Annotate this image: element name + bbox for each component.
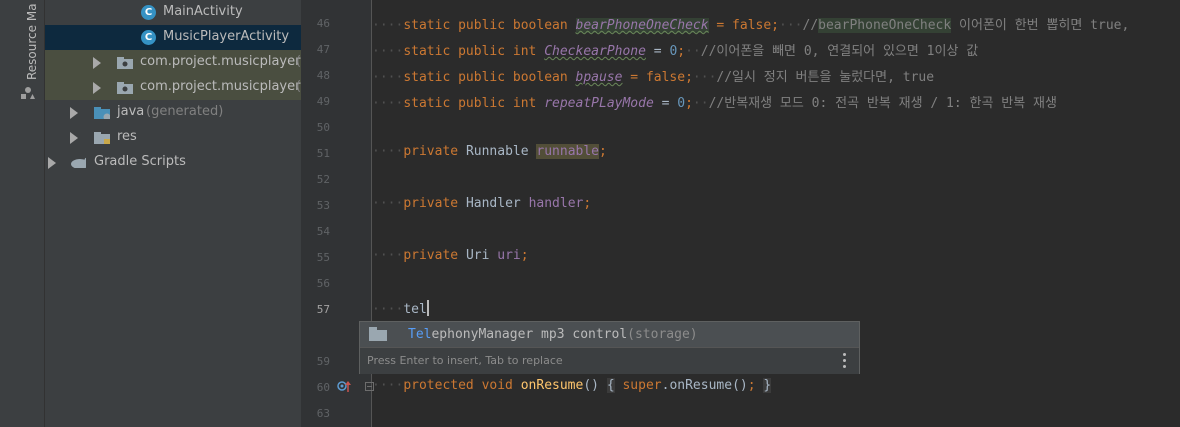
gradle-icon (71, 157, 86, 168)
line-number: 47 (316, 43, 330, 56)
resource-manager-label: Resource Ma (25, 3, 39, 80)
line-number: 48 (316, 69, 330, 82)
expand-arrow-icon[interactable] (93, 82, 101, 94)
tree-item-label: java (117, 104, 145, 119)
tree-item-label: MainActivity (163, 4, 243, 19)
folder-icon (94, 132, 110, 144)
expand-arrow-icon[interactable] (70, 107, 78, 119)
tree-item-label: Gradle Scripts (94, 154, 186, 169)
tree-item-musicplayeractivity[interactable]: C MusicPlayerActivity (45, 25, 301, 50)
resource-manager-icon[interactable] (20, 86, 36, 100)
project-tree: C MainActivity C MusicPlayerActivity com… (45, 0, 301, 427)
tree-item-java-generated[interactable]: java (generated) (45, 100, 301, 125)
line-number: 50 (316, 121, 330, 134)
code-line-55: ····private Uri uri; (372, 248, 529, 263)
tree-item-label: MusicPlayerActivity (163, 29, 290, 44)
completion-item[interactable]: TelephonyManager mp3 control(storage) (360, 322, 859, 347)
tree-item-gradle-scripts[interactable]: Gradle Scripts (45, 150, 301, 175)
expand-arrow-icon[interactable] (48, 157, 56, 169)
completion-detail: (storage) (627, 327, 698, 342)
code-completion-popup: TelephonyManager mp3 control(storage) Pr… (359, 321, 860, 374)
code-line-53: ····private Handler handler; (372, 196, 592, 211)
completion-footer: Press Enter to insert, Tab to replace (360, 347, 859, 374)
folder-icon (369, 327, 387, 341)
line-number: 57 (316, 303, 330, 316)
more-options-icon[interactable] (843, 353, 847, 371)
code-line-46: ····static public boolean bearPhoneOneCh… (372, 18, 1130, 33)
completion-text: TelephonyManager mp3 control(storage) (408, 327, 698, 342)
override-marker-icon[interactable] (337, 380, 351, 394)
completion-hint: Press Enter to insert, Tab to replace (367, 354, 563, 367)
tree-item-label: com.project.musicplayer (140, 79, 301, 94)
text-caret (426, 300, 429, 316)
code-line-57: ····tel (372, 300, 429, 317)
line-number: 60 (316, 381, 330, 394)
tree-item-res[interactable]: res (45, 125, 301, 150)
tree-item-package-1[interactable]: com.project.musicplayer ( (45, 50, 301, 75)
tree-item-label: res (117, 129, 137, 144)
tree-item-suffix: (generated) (146, 104, 224, 119)
line-number: 53 (316, 199, 330, 212)
class-icon: C (141, 5, 156, 20)
line-number: 59 (316, 355, 330, 368)
code-line-60: ····protected void onResume() { super.on… (372, 378, 772, 393)
tree-item-package-2[interactable]: com.project.musicplayer ( (45, 75, 301, 100)
expand-arrow-icon[interactable] (70, 132, 78, 144)
line-number: 55 (316, 251, 330, 264)
line-number: 49 (316, 95, 330, 108)
line-number: 56 (316, 277, 330, 290)
tree-item-mainactivity[interactable]: C MainActivity (45, 0, 301, 25)
folder-icon (94, 107, 110, 119)
completion-rest: ephonyManager mp3 control (431, 327, 628, 342)
line-number: 63 (316, 407, 330, 420)
code-line-48: ····static public boolean bpause = false… (372, 70, 935, 85)
tree-item-label: com.project.musicplayer (140, 54, 301, 69)
code-line-47: ····static public int CheckearPhone = 0;… (372, 44, 979, 59)
code-line-49: ····static public int repeatPLayMode = 0… (372, 96, 1057, 111)
line-number: 51 (316, 147, 330, 160)
line-number: 54 (316, 225, 330, 238)
line-number: 52 (316, 173, 330, 186)
expand-arrow-icon[interactable] (93, 57, 101, 69)
package-icon (117, 82, 133, 94)
completion-match: Tel (408, 327, 432, 342)
package-icon (117, 57, 133, 69)
class-icon: C (141, 30, 156, 45)
line-number: 46 (316, 17, 330, 30)
left-tool-strip (0, 0, 17, 427)
resource-manager-tab[interactable]: Resource Ma (25, 0, 39, 80)
code-line-51: ····private Runnable runnable; (372, 144, 607, 159)
